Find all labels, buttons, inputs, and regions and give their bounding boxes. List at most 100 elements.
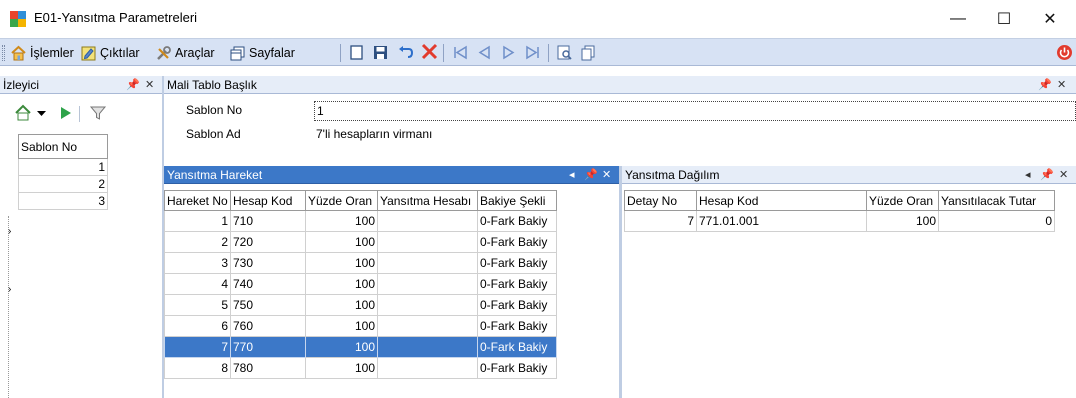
table-cell[interactable]: 710 [230,210,306,232]
table-cell[interactable]: 100 [305,273,378,295]
table-cell[interactable]: 740 [230,273,306,295]
table-cell[interactable]: 760 [230,315,306,337]
table-row[interactable]: 2 720 100 0-Fark Bakiy [164,231,557,253]
table-row[interactable]: 6 760 100 0-Fark Bakiy [164,315,557,337]
table-cell[interactable]: 720 [230,231,306,253]
table-cell[interactable]: 771.01.001 [696,210,867,232]
tree-row[interactable]: 3 [18,192,108,210]
table-cell[interactable]: 100 [305,294,378,316]
column-header[interactable]: Yüzde Oran [305,190,378,211]
sablon-no-cell[interactable]: 1 [18,158,108,176]
table-cell[interactable]: 100 [305,231,378,253]
table-cell[interactable]: 0-Fark Bakiy [477,231,557,253]
table-cell[interactable]: 4 [164,273,231,295]
table-cell[interactable]: 6 [164,315,231,337]
table-row[interactable]: 7 771.01.001 100 0 [624,210,1055,232]
islemler-menu[interactable]: İşlemler [10,44,74,62]
table-row[interactable]: 1 710 100 0-Fark Bakiy [164,210,557,232]
table-cell[interactable] [377,336,478,358]
table-cell[interactable]: 7 [164,336,231,358]
table-cell[interactable]: 100 [305,252,378,274]
table-cell[interactable]: 100 [305,210,378,232]
tree-row[interactable]: 2 [18,175,108,193]
table-row[interactable]: 5 750 100 0-Fark Bakiy [164,294,557,316]
next-record-icon[interactable] [500,44,517,61]
play-icon[interactable] [60,106,72,120]
close-icon[interactable]: ✕ [1057,76,1066,94]
column-header[interactable]: Hareket No [164,190,231,211]
table-cell[interactable] [377,357,478,379]
table-cell[interactable] [377,315,478,337]
toolbar-grip[interactable] [2,45,5,61]
first-record-icon[interactable] [452,44,469,61]
table-cell[interactable]: 100 [305,336,378,358]
pin-icon[interactable]: 📌 [126,76,140,94]
sayfalar-menu[interactable]: Sayfalar [229,44,295,62]
table-cell[interactable]: 8 [164,357,231,379]
collapse-arrow-icon[interactable]: ◂ [1025,166,1031,184]
table-cell[interactable] [377,210,478,232]
preview-icon[interactable] [556,44,573,61]
table-row[interactable]: 3 730 100 0-Fark Bakiy [164,252,557,274]
pin-icon[interactable]: 📌 [1040,166,1054,184]
table-cell[interactable]: 3 [164,252,231,274]
previous-record-icon[interactable] [476,44,493,61]
table-cell[interactable]: 100 [305,315,378,337]
table-cell[interactable]: 7 [624,210,697,232]
table-cell[interactable]: 0-Fark Bakiy [477,273,557,295]
sablon-no-cell[interactable]: 2 [18,175,108,193]
table-row[interactable]: 8 780 100 0-Fark Bakiy [164,357,557,379]
minimize-button[interactable]: — [935,5,981,33]
new-record-icon[interactable] [348,44,365,61]
column-header[interactable]: Yansıtılacak Tutar [938,190,1055,211]
table-cell[interactable]: 0-Fark Bakiy [477,336,557,358]
table-cell[interactable]: 0 [938,210,1055,232]
table-cell[interactable]: 100 [305,357,378,379]
table-cell[interactable] [377,231,478,253]
table-cell[interactable] [377,273,478,295]
expand-arrow-icon[interactable]: › [8,226,11,237]
table-row[interactable]: 4 740 100 0-Fark Bakiy [164,273,557,295]
table-cell[interactable]: 780 [230,357,306,379]
last-record-icon[interactable] [524,44,541,61]
copy-icon[interactable] [580,44,597,61]
pin-icon[interactable]: 📌 [1038,76,1052,94]
undo-icon[interactable] [397,44,414,61]
table-row[interactable]: 7 770 100 0-Fark Bakiy [164,336,557,358]
table-cell[interactable]: 0-Fark Bakiy [477,210,557,232]
table-cell[interactable]: 770 [230,336,306,358]
collapse-arrow-icon[interactable]: ◂ [569,166,575,184]
column-header[interactable]: Yüzde Oran [866,190,939,211]
close-button[interactable]: ✕ [1027,5,1073,33]
column-header[interactable]: Hesap Kod [696,190,867,211]
column-header[interactable]: Bakiye Şekli [477,190,557,211]
table-cell[interactable]: 730 [230,252,306,274]
sablon-ad-field[interactable]: 7'li hesapların virmanı [316,127,432,141]
close-icon[interactable]: ✕ [602,166,611,184]
save-icon[interactable] [372,44,389,61]
column-header[interactable]: Hesap Kod [230,190,306,211]
table-cell[interactable]: 1 [164,210,231,232]
filter-icon[interactable] [89,104,107,122]
table-cell[interactable] [377,252,478,274]
table-cell[interactable]: 0-Fark Bakiy [477,252,557,274]
ciktilar-menu[interactable]: Çıktılar [80,44,140,62]
sablon-no-field[interactable]: 1 [314,101,1076,121]
sablon-no-cell[interactable]: 3 [18,192,108,210]
close-icon[interactable]: ✕ [145,76,154,94]
table-cell[interactable]: 0-Fark Bakiy [477,357,557,379]
close-icon[interactable]: ✕ [1059,166,1068,184]
table-cell[interactable]: 2 [164,231,231,253]
tree-row[interactable]: 1 [18,158,108,176]
column-header[interactable]: Yansıtma Hesabı [377,190,478,211]
delete-icon[interactable] [421,43,438,60]
power-icon[interactable] [1056,44,1073,61]
column-header[interactable]: Sablon No [18,134,108,159]
araclar-menu[interactable]: Araçlar [155,44,215,62]
table-cell[interactable] [377,294,478,316]
pin-icon[interactable]: 📌 [584,166,598,184]
chevron-down-icon[interactable] [37,110,46,118]
table-cell[interactable]: 0-Fark Bakiy [477,315,557,337]
column-header[interactable]: Detay No [624,190,697,211]
table-cell[interactable]: 5 [164,294,231,316]
